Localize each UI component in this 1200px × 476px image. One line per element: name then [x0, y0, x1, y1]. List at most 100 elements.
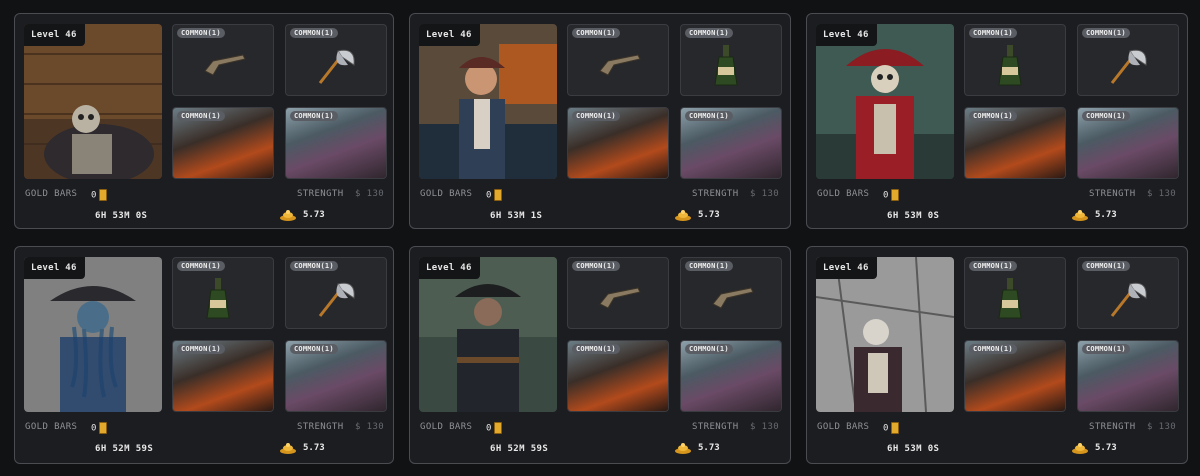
undead-pirate-portrait [419, 257, 557, 412]
gold-bars-label: GOLD BARS [420, 189, 473, 199]
strength-label: STRENGTH [297, 189, 344, 199]
axe-icon [1110, 282, 1147, 317]
strength-value: $ 130 [750, 422, 780, 432]
character-card[interactable]: Level 46 COMMON(1) COMMON(1) COMMON(1) C… [409, 13, 791, 229]
strength-label: STRENGTH [692, 189, 739, 199]
item-slot[interactable]: COMMON(1) [172, 257, 274, 329]
level-badge: Level 46 [24, 24, 85, 46]
strength-value: $ 130 [355, 422, 385, 432]
rarity-badge: COMMON(1) [685, 111, 733, 121]
character-portrait: Level 46 [419, 24, 557, 179]
item-slot[interactable]: COMMON(1) [567, 24, 669, 96]
bottle-icon [998, 278, 1022, 319]
item-slot[interactable]: COMMON(1) [964, 107, 1066, 179]
rarity-badge: COMMON(1) [685, 344, 733, 354]
item-slot[interactable]: COMMON(1) [172, 107, 274, 179]
character-card[interactable]: Level 46 COMMON(1) COMMON(1) COMMON(1) C… [806, 13, 1188, 229]
rarity-badge: COMMON(1) [177, 261, 225, 271]
character-card[interactable]: Level 46 COMMON(1) COMMON(1) COMMON(1) C… [14, 246, 394, 464]
gold-bars-value: 0 [486, 189, 502, 201]
gold-bars-label: GOLD BARS [420, 422, 473, 432]
gold-bar-icon [493, 422, 502, 434]
countdown-timer: 6H 53M 0S [95, 211, 148, 221]
rarity-badge: COMMON(1) [969, 111, 1017, 121]
character-portrait: Level 46 [24, 257, 162, 412]
pirate-captain-portrait [419, 24, 557, 179]
rarity-badge: COMMON(1) [177, 344, 225, 354]
item-slot[interactable]: COMMON(1) [1077, 107, 1179, 179]
item-slot[interactable]: COMMON(1) [1077, 257, 1179, 329]
reward: 5.73 [279, 442, 325, 454]
rarity-badge: COMMON(1) [969, 261, 1017, 271]
item-slot[interactable]: COMMON(1) [172, 340, 274, 412]
rarity-badge: COMMON(1) [1082, 261, 1130, 271]
level-badge: Level 46 [24, 257, 85, 279]
gold-pile-icon [280, 210, 296, 221]
rarity-badge: COMMON(1) [1082, 111, 1130, 121]
character-portrait: Level 46 [24, 24, 162, 179]
reward-value: 5.73 [1095, 443, 1117, 453]
item-slot[interactable]: COMMON(1) [285, 24, 387, 96]
gold-pile-icon [675, 210, 691, 221]
item-slot[interactable]: COMMON(1) [1077, 24, 1179, 96]
rarity-badge: COMMON(1) [177, 28, 225, 38]
axe-icon [1110, 49, 1147, 84]
rarity-badge: COMMON(1) [572, 28, 620, 38]
bottle-icon [998, 45, 1022, 86]
reward-value: 5.73 [698, 210, 720, 220]
character-portrait: Level 46 [816, 24, 954, 179]
character-card[interactable]: Level 46 COMMON(1) COMMON(1) COMMON(1) C… [409, 246, 791, 464]
item-slot[interactable]: COMMON(1) [172, 24, 274, 96]
item-slot[interactable]: COMMON(1) [285, 340, 387, 412]
character-portrait: Level 46 [419, 257, 557, 412]
pistol-icon [712, 287, 754, 309]
gold-bars-label: GOLD BARS [25, 189, 78, 199]
gold-pile-icon [1072, 210, 1088, 221]
character-card[interactable]: Level 46 COMMON(1) COMMON(1) COMMON(1) C… [14, 13, 394, 229]
level-badge: Level 46 [419, 257, 480, 279]
item-slot[interactable]: COMMON(1) [567, 257, 669, 329]
bottle-icon [206, 278, 230, 319]
strength-label: STRENGTH [1089, 189, 1136, 199]
reward: 5.73 [279, 209, 325, 221]
strength-label: STRENGTH [1089, 422, 1136, 432]
character-card[interactable]: Level 46 COMMON(1) COMMON(1) COMMON(1) C… [806, 246, 1188, 464]
strength-value: $ 130 [1147, 189, 1177, 199]
item-slot[interactable]: COMMON(1) [567, 107, 669, 179]
rarity-badge: COMMON(1) [685, 28, 733, 38]
item-slot[interactable]: COMMON(1) [680, 257, 782, 329]
item-slot[interactable]: COMMON(1) [285, 107, 387, 179]
gold-bars-label: GOLD BARS [817, 189, 870, 199]
rarity-badge: COMMON(1) [290, 28, 338, 38]
rarity-badge: COMMON(1) [969, 28, 1017, 38]
gold-bar-icon [890, 189, 899, 201]
character-card-grid: Level 46 COMMON(1) COMMON(1) COMMON(1) C… [14, 13, 1188, 464]
gold-bar-icon [493, 189, 502, 201]
rarity-badge: COMMON(1) [1082, 344, 1130, 354]
reward-value: 5.73 [303, 210, 325, 220]
level-badge: Level 46 [816, 24, 877, 46]
reward-value: 5.73 [698, 443, 720, 453]
strength-value: $ 130 [1147, 422, 1177, 432]
gold-pile-icon [280, 443, 296, 454]
reward: 5.73 [1071, 442, 1117, 454]
item-slot[interactable]: COMMON(1) [964, 340, 1066, 412]
rarity-badge: COMMON(1) [572, 261, 620, 271]
item-slot[interactable]: COMMON(1) [680, 107, 782, 179]
strength-label: STRENGTH [297, 422, 344, 432]
gold-bar-icon [98, 422, 107, 434]
reward-value: 5.73 [303, 443, 325, 453]
rarity-badge: COMMON(1) [572, 111, 620, 121]
item-slot[interactable]: COMMON(1) [964, 257, 1066, 329]
item-slot[interactable]: COMMON(1) [680, 340, 782, 412]
item-slot[interactable]: COMMON(1) [285, 257, 387, 329]
gold-bars-value: 0 [91, 422, 107, 434]
level-badge: Level 46 [419, 24, 480, 46]
axe-icon [318, 282, 355, 317]
rarity-badge: COMMON(1) [290, 111, 338, 121]
item-slot[interactable]: COMMON(1) [680, 24, 782, 96]
item-slot[interactable]: COMMON(1) [964, 24, 1066, 96]
item-slot[interactable]: COMMON(1) [567, 340, 669, 412]
item-slot[interactable]: COMMON(1) [1077, 340, 1179, 412]
rarity-badge: COMMON(1) [177, 111, 225, 121]
